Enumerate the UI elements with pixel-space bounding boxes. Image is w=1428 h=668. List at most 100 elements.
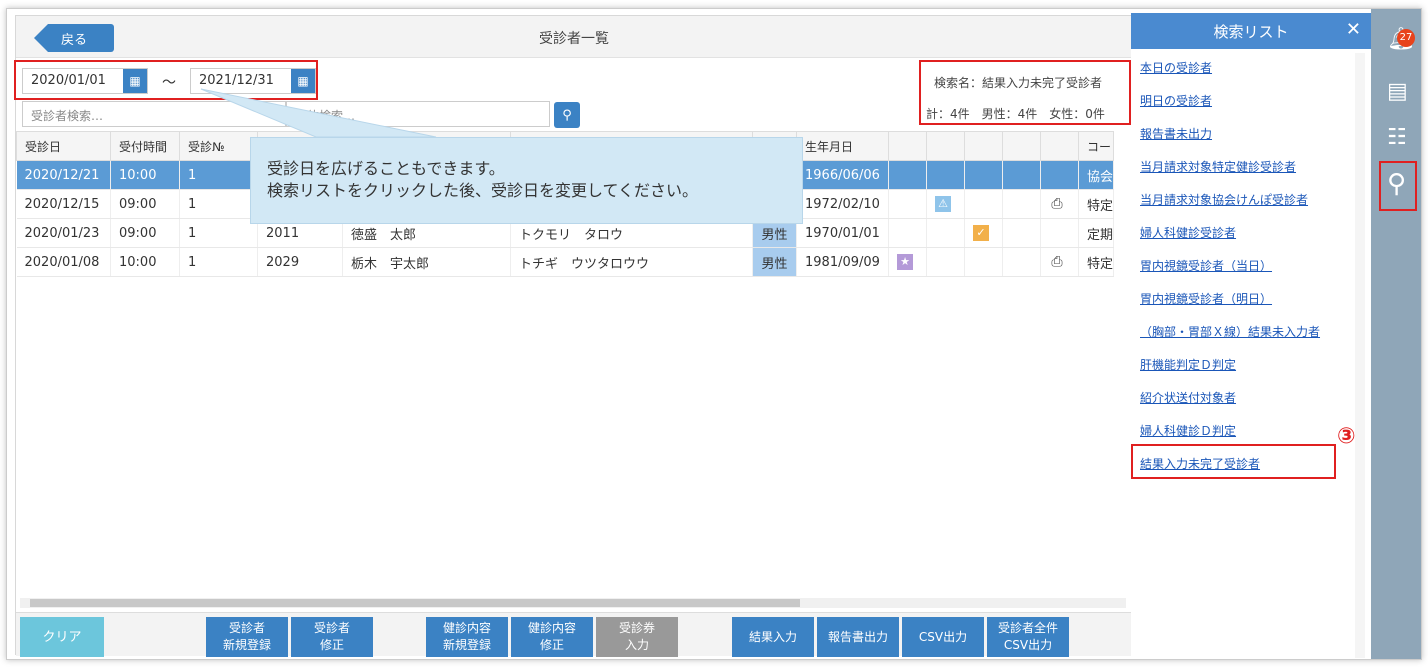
search-list-item[interactable]: 明日の受診者 (1140, 92, 1212, 109)
search-list-item[interactable]: 当月請求対象特定健診受診者 (1140, 158, 1296, 175)
cell-icon (1040, 160, 1079, 190)
cell-birth: 1970/01/01 (796, 218, 889, 248)
button-label: 受診者 (313, 621, 350, 635)
horizontal-scrollbar[interactable] (20, 598, 1126, 608)
cell-code: 特定 (1078, 247, 1115, 277)
cell-birth: 1981/09/09 (796, 247, 889, 277)
button-label: 修正 (539, 638, 564, 652)
new-exam-content-button[interactable]: 健診内容 新規登録 (426, 617, 508, 657)
cell-icon (926, 218, 965, 248)
vertical-scrollbar[interactable] (1355, 53, 1365, 658)
cell-icon (1002, 247, 1041, 277)
cell-icon (888, 189, 927, 219)
tooltip-line: 検索リストをクリックした後、受診日を変更してください。 (267, 181, 699, 200)
col-header[interactable]: 受付時間 (110, 131, 180, 161)
csv-all-button[interactable]: 受診者全件 CSV出力 (987, 617, 1069, 657)
button-label: 受診券 (618, 621, 655, 635)
search-icon: ⚲ (562, 107, 572, 123)
right-rail: 🔔︎ 27 ▤ ☷ ⚲ (1371, 9, 1421, 659)
cell-date: 2020/12/15 (16, 189, 111, 219)
cell-icon (888, 160, 927, 190)
search-list-item[interactable]: （胸部・胃部Ｘ線）結果未入力者 (1140, 323, 1320, 340)
button-label: 修正 (319, 638, 344, 652)
search-list-item[interactable]: 報告書未出力 (1140, 125, 1212, 142)
group-search-input[interactable]: 団体検索… (286, 101, 550, 127)
table-row[interactable]: 2020/01/08 10:00 1 2029 栃木 宇太郎 トチギ ウツタロウ… (16, 247, 1115, 277)
cell-birth: 1966/06/06 (796, 160, 889, 190)
button-label: CSV出力 (1003, 638, 1053, 652)
header: 戻る 受診者一覧 (16, 16, 1132, 58)
date-range-highlight (14, 60, 318, 100)
search-list-item[interactable]: 胃内視鏡受診者（当日） (1140, 257, 1272, 274)
cell-icon (1002, 218, 1041, 248)
search-list-title: 検索リスト (1213, 22, 1289, 41)
search-list-item[interactable]: 婦人科健診受診者 (1140, 224, 1236, 241)
cell-icon: ⎙ (1040, 189, 1079, 219)
cell-no: 1 (179, 189, 258, 219)
search-list-item[interactable]: 胃内視鏡受診者（明日） (1140, 290, 1272, 307)
col-header[interactable]: 受診№ (179, 131, 258, 161)
close-icon[interactable]: ✕ (1346, 19, 1361, 40)
cell-no: 1 (179, 160, 258, 190)
edit-patient-button[interactable]: 受診者 修正 (291, 617, 373, 657)
cell-kana: トチギ ウツタロウウ (510, 247, 753, 277)
tooltip-line: 受診日を広げることもできます。 (267, 159, 505, 178)
search-icon-highlight (1379, 161, 1417, 211)
button-label: 健診内容 (442, 621, 491, 635)
cell-code: 協会 (1078, 160, 1115, 190)
cell-name: 栃木 宇太郎 (342, 247, 511, 277)
cell-time: 10:00 (110, 160, 180, 190)
search-list-item[interactable]: 当月請求対象協会けんぽ受診者 (1140, 191, 1308, 208)
main-panel: 戻る 受診者一覧 2020/01/01 ▦ ～ 2021/12/31 ▦ 受診者検索… (14, 15, 1133, 657)
add-note-icon[interactable]: ▤ (1387, 79, 1408, 104)
cell-icon: ⎙ (1040, 247, 1079, 277)
cell-icon (964, 189, 1003, 219)
notification-badge: 27 (1397, 29, 1415, 47)
result-input-button[interactable]: 結果入力 (732, 617, 814, 657)
clear-button[interactable]: クリア (20, 617, 104, 657)
search-list-item[interactable]: 婦人科健診Ｄ判定 (1140, 422, 1236, 439)
col-header[interactable]: コー (1077, 131, 1115, 161)
new-patient-button[interactable]: 受診者 新規登録 (206, 617, 288, 657)
cell-icon (1040, 218, 1079, 248)
page-title: 受診者一覧 (539, 31, 609, 47)
printer-icon[interactable]: ⎙ (1049, 196, 1065, 212)
search-list-item[interactable]: 本日の受診者 (1140, 59, 1212, 76)
step-marker: ③ (1337, 424, 1356, 449)
search-list-item[interactable]: 紹介状送付対象者 (1140, 389, 1236, 406)
csv-output-button[interactable]: CSV出力 (902, 617, 984, 657)
cell-icon (888, 218, 927, 248)
cell-date: 2020/01/23 (16, 218, 111, 248)
warning-icon: ⚠ (935, 196, 951, 212)
col-header[interactable] (926, 131, 965, 161)
col-header[interactable] (1040, 131, 1079, 161)
edit-exam-content-button[interactable]: 健診内容 修正 (511, 617, 593, 657)
cell-icon: ✓ (964, 218, 1003, 248)
checklist-icon[interactable]: ☷ (1387, 125, 1407, 150)
col-header[interactable] (888, 131, 927, 161)
badge-check-icon: ✓ (973, 225, 989, 241)
patient-search-input[interactable]: 受診者検索… (22, 101, 286, 127)
col-header[interactable]: 生年月日 (796, 131, 889, 161)
col-header[interactable] (1002, 131, 1041, 161)
search-button[interactable]: ⚲ (554, 102, 580, 128)
scroll-thumb[interactable] (30, 599, 800, 607)
ticket-input-button[interactable]: 受診券 入力 (596, 617, 678, 657)
star-icon: ★ (897, 254, 913, 270)
col-header[interactable] (964, 131, 1003, 161)
printer-icon[interactable]: ⎙ (1049, 254, 1065, 270)
cell-time: 09:00 (110, 218, 180, 248)
cell-id: 2029 (257, 247, 343, 277)
cell-birth: 1972/02/10 (796, 189, 889, 219)
cell-icon (926, 160, 965, 190)
col-header[interactable]: 受診日 (16, 131, 111, 161)
app-window: 戻る 受診者一覧 2020/01/01 ▦ ～ 2021/12/31 ▦ 受診者検索… (6, 8, 1422, 660)
search-list-panel: 検索リスト ✕ 本日の受診者 明日の受診者 報告書未出力 当月請求対象特定健診受診… (1131, 13, 1371, 658)
cell-time: 09:00 (110, 189, 180, 219)
search-list-item[interactable]: 肝機能判定Ｄ判定 (1140, 356, 1236, 373)
report-output-button[interactable]: 報告書出力 (817, 617, 899, 657)
cell-time: 10:00 (110, 247, 180, 277)
search-list-header: 検索リスト ✕ (1131, 13, 1371, 49)
help-tooltip: 受診日を広げることもできます。 検索リストをクリックした後、受診日を変更してくだ… (250, 137, 803, 224)
cell-no: 1 (179, 218, 258, 248)
